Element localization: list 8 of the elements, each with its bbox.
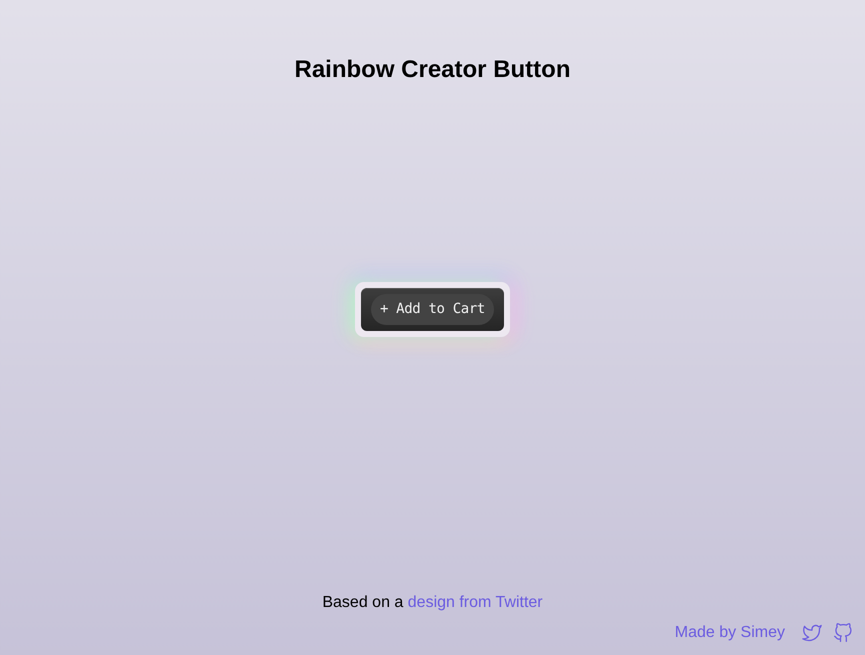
twitter-design-link[interactable]: design from Twitter — [408, 594, 543, 611]
button-label: + Add to Cart — [370, 294, 494, 325]
credit-text: Based on a design from Twitter — [322, 593, 543, 613]
add-to-cart-button[interactable]: + Add to Cart — [360, 288, 504, 331]
page-title: Rainbow Creator Button — [294, 55, 570, 85]
bird-icon[interactable] — [801, 623, 823, 643]
author-link[interactable]: Made by Simey — [674, 621, 785, 645]
cat-icon[interactable] — [833, 623, 853, 643]
